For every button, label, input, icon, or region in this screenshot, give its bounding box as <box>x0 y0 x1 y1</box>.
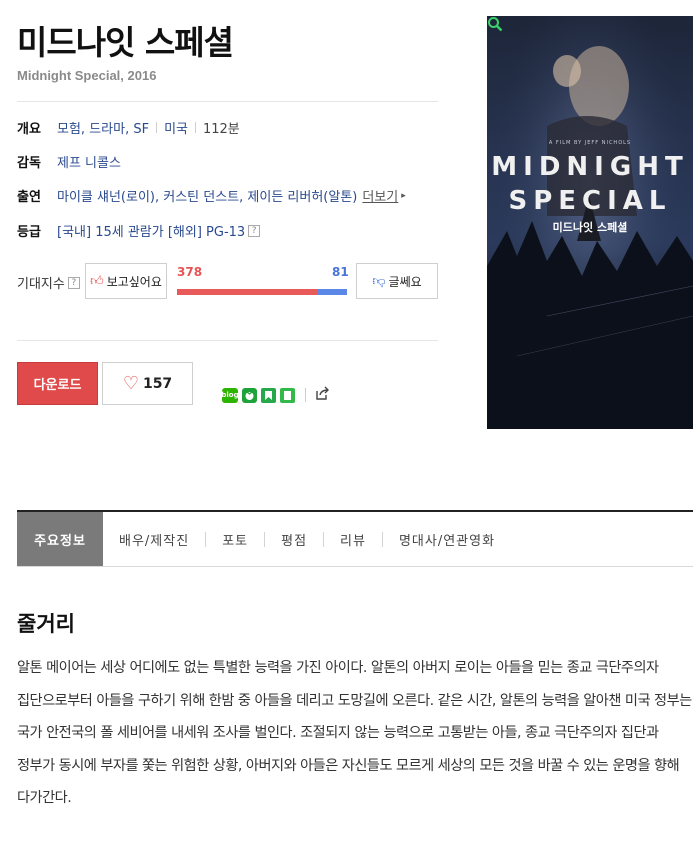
help-icon[interactable]: ? <box>67 276 80 289</box>
separator <box>305 388 306 402</box>
tab-photos[interactable]: 포토 <box>206 512 264 566</box>
poster-title-korean: 미드나잇 스페셜 <box>552 221 628 234</box>
info-overview-row: 개요 모험, 드라마, SF 미국 112분 <box>17 118 240 137</box>
chevron-right-icon: ▸ <box>401 190 406 201</box>
download-button[interactable]: 다운로드 <box>17 362 98 405</box>
country-link[interactable]: 미국 <box>164 118 188 137</box>
expectation-label-group: 기대지수 ? <box>17 273 80 292</box>
detail-tabs: 주요정보 배우/제작진 포토 평점 리뷰 명대사/연관영화 <box>17 510 693 567</box>
info-cast-row: 출연 마이클 섀넌(로이), 커스틴 던스트, 제이든 리버허(알톤) 더보기 … <box>17 186 406 205</box>
thumbs-down-icon: 👎︎ <box>372 273 386 289</box>
movie-title: 미드나잇 스페셜 <box>17 23 234 62</box>
divider <box>17 340 438 341</box>
want-to-see-button[interactable]: 👍︎ 보고싶어요 <box>85 263 167 299</box>
like-button[interactable]: ♡ 157 <box>102 362 193 405</box>
share-icon[interactable] <box>314 385 330 405</box>
director-label: 감독 <box>17 156 41 171</box>
cast-label: 출연 <box>17 190 41 205</box>
thumbs-up-icon: 👍︎ <box>90 273 104 289</box>
poster-credit: A FILM BY JEFF NICHOLS <box>548 140 632 146</box>
help-icon[interactable]: ? <box>248 224 261 237</box>
separator <box>156 122 158 133</box>
poster-title-line2: SPECIAL <box>508 186 672 216</box>
tab-ratings[interactable]: 평점 <box>265 512 323 566</box>
bad-count: 81 <box>332 265 349 279</box>
like-count: 157 <box>142 375 173 392</box>
tab-reviews[interactable]: 리뷰 <box>324 512 382 566</box>
tab-cast-crew[interactable]: 배우/제작진 <box>103 512 205 566</box>
synopsis-heading: 줄거리 <box>17 612 75 636</box>
tab-main-info[interactable]: 주요정보 <box>17 512 103 566</box>
not-sure-label: 글쎄요 <box>388 274 422 289</box>
director-link[interactable]: 제프 니콜스 <box>57 152 121 171</box>
synopsis-text: 알톤 메이어는 세상 어디에도 없는 특별한 능력을 가진 아이다. 알톤의 아… <box>17 660 692 807</box>
separator <box>194 122 196 133</box>
want-count: 378 <box>177 265 203 279</box>
want-to-see-label: 보고싶어요 <box>106 274 162 289</box>
blog-share-icon[interactable]: blog <box>221 387 239 403</box>
movie-subtitle: Midnight Special, 2016 <box>17 68 157 83</box>
zoom-search-icon[interactable] <box>487 16 503 32</box>
bookmark-share-icon[interactable] <box>261 387 276 403</box>
not-sure-button[interactable]: 👎︎ 글쎄요 <box>356 263 438 299</box>
share-bar: blog <box>221 385 330 405</box>
expectation-bar-fill <box>177 289 317 295</box>
info-rating-row: 등급 [국내] 15세 관람가 [해외] PG-13 ? <box>17 221 261 240</box>
overview-label: 개요 <box>17 122 41 137</box>
info-director-row: 감독 제프 니콜스 <box>17 152 121 171</box>
movie-poster[interactable]: A FILM BY JEFF NICHOLS MIDNIGHT SPECIAL … <box>487 16 693 429</box>
expectation-label: 기대지수 <box>17 277 65 292</box>
genres-link[interactable]: 모험, 드라마, SF <box>57 118 149 137</box>
heart-icon: ♡ <box>122 373 139 394</box>
cast-more-link[interactable]: 더보기 <box>362 186 398 205</box>
band-share-icon[interactable] <box>242 387 257 403</box>
poster-title-line1: MIDNIGHT <box>491 152 689 182</box>
rating-text[interactable]: [국내] 15세 관람가 [해외] PG-13 <box>57 221 245 240</box>
rating-label: 등급 <box>17 225 41 240</box>
divider <box>17 101 438 102</box>
tab-quotes-related[interactable]: 명대사/연관영화 <box>383 512 511 566</box>
runtime-text: 112분 <box>202 122 240 137</box>
cast-links[interactable]: 마이클 섀넌(로이), 커스틴 던스트, 제이든 리버허(알톤) <box>57 186 357 205</box>
memo-share-icon[interactable] <box>280 387 295 403</box>
expectation-bar <box>177 289 347 295</box>
